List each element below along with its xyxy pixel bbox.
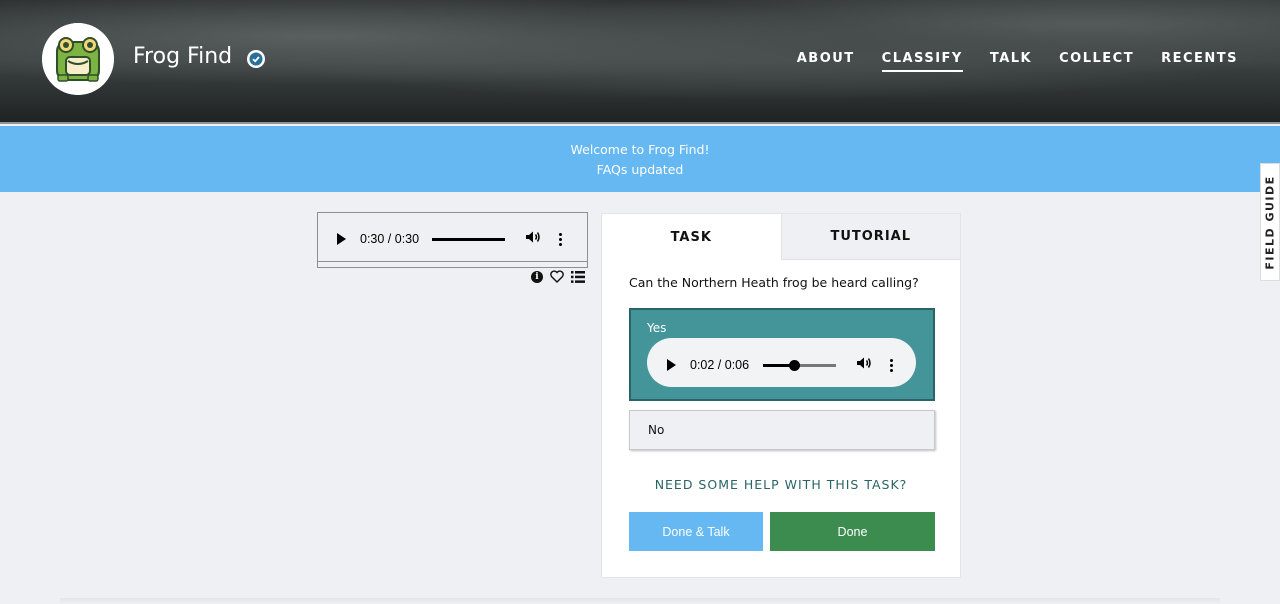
tab-task[interactable]: TASK xyxy=(602,214,781,260)
play-icon[interactable] xyxy=(337,233,346,245)
done-button[interactable]: Done xyxy=(770,512,935,551)
answer-no-label: No xyxy=(648,423,665,437)
answer-yes-label: Yes xyxy=(647,321,667,335)
subject-audio-player[interactable]: 0:30 / 0:30 xyxy=(337,230,563,248)
field-guide-label: FIELD GUIDE xyxy=(1263,174,1277,270)
task-tabs: TASK TUTORIAL xyxy=(602,214,960,260)
heart-icon[interactable] xyxy=(550,270,564,283)
play-icon[interactable] xyxy=(667,359,676,371)
announcement-banner: Welcome to Frog Find! FAQs updated xyxy=(0,126,1280,192)
list-icon[interactable] xyxy=(571,270,585,283)
audio-progress-track[interactable] xyxy=(432,237,506,241)
project-avatar[interactable] xyxy=(42,23,114,95)
frog-logo-icon xyxy=(42,23,114,95)
answer-audio-thumb[interactable] xyxy=(789,359,801,371)
answer-audio-track[interactable] xyxy=(763,359,837,371)
subject-viewer: 0:30 / 0:30 xyxy=(317,212,588,268)
answer-no[interactable]: No xyxy=(629,410,935,450)
nav-collect[interactable]: COLLECT xyxy=(1059,51,1134,72)
page-bottom-shadow xyxy=(60,598,1220,604)
answer-audio-time: 0:02 / 0:06 xyxy=(690,358,750,372)
volume-icon[interactable] xyxy=(525,230,541,248)
answer-audio-player[interactable]: 0:02 / 0:06 xyxy=(647,338,916,387)
field-guide-tab[interactable]: FIELD GUIDE xyxy=(1260,163,1280,281)
subject-divider xyxy=(318,261,587,262)
task-help-link[interactable]: NEED SOME HELP WITH THIS TASK? xyxy=(602,477,960,492)
project-title[interactable]: Frog Find xyxy=(133,44,232,69)
project-nav: ABOUT CLASSIFY TALK COLLECT RECENTS xyxy=(797,51,1238,72)
nav-about[interactable]: ABOUT xyxy=(797,51,855,72)
more-options-icon[interactable] xyxy=(559,232,563,246)
verified-check-icon xyxy=(247,50,265,68)
project-header: Frog Find ABOUT CLASSIFY TALK COLLECT RE… xyxy=(0,0,1280,124)
info-icon[interactable]: i xyxy=(531,270,543,283)
tab-tutorial[interactable]: TUTORIAL xyxy=(780,214,960,260)
nav-classify[interactable]: CLASSIFY xyxy=(881,51,963,72)
answer-yes[interactable]: Yes 0:02 / 0:06 xyxy=(629,308,935,401)
done-and-talk-button[interactable]: Done & Talk xyxy=(629,512,763,551)
nav-talk[interactable]: TALK xyxy=(990,51,1032,72)
task-panel: TASK TUTORIAL Can the Northern Heath fro… xyxy=(601,213,961,578)
announcement-line-1: Welcome to Frog Find! xyxy=(570,142,710,157)
volume-icon[interactable] xyxy=(856,356,872,374)
more-options-icon[interactable] xyxy=(890,358,894,372)
announcement-line-2[interactable]: FAQs updated xyxy=(0,160,1280,180)
task-question: Can the Northern Heath frog be heard cal… xyxy=(629,275,919,290)
subject-tools: i xyxy=(531,270,585,283)
audio-time: 0:30 / 0:30 xyxy=(360,232,420,246)
nav-recents[interactable]: RECENTS xyxy=(1161,51,1238,72)
